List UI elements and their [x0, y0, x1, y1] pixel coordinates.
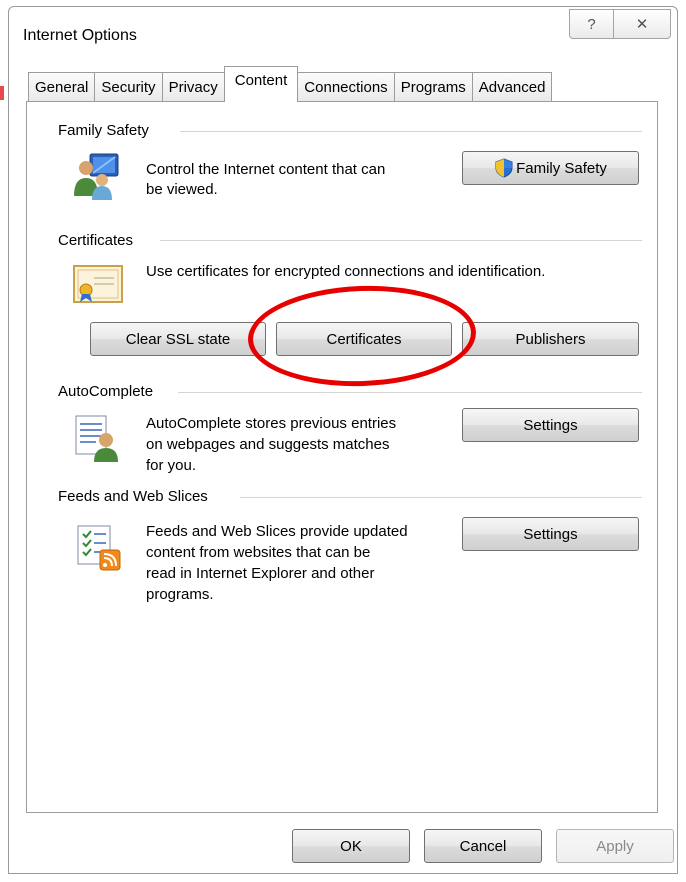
feeds-description-line1: Feeds and Web Slices provide updated: [146, 523, 408, 540]
family-safety-description-line1: Control the Internet content that can: [146, 161, 386, 178]
family-safety-button[interactable]: Family Safety: [462, 151, 639, 185]
feeds-heading: Feeds and Web Slices: [58, 488, 216, 505]
autocomplete-description-line1: AutoComplete stores previous entries: [146, 415, 397, 432]
family-safety-heading: Family Safety: [58, 122, 157, 139]
certificates-description: Use certificates for encrypted connectio…: [146, 263, 546, 280]
tab-strip: General Security Privacy Content Connect…: [28, 66, 553, 102]
ok-button[interactable]: OK: [292, 829, 410, 863]
certificate-icon: [73, 265, 123, 303]
autocomplete-heading: AutoComplete: [58, 383, 162, 400]
shield-icon: [495, 158, 513, 178]
tab-security[interactable]: Security: [94, 72, 163, 102]
certificates-heading: Certificates: [58, 232, 142, 249]
autocomplete-description-line2: on webpages and suggests matches: [146, 436, 390, 453]
cancel-button[interactable]: Cancel: [424, 829, 542, 863]
family-safety-divider: [180, 131, 642, 132]
autocomplete-settings-button[interactable]: Settings: [462, 408, 639, 442]
family-safety-button-label: Family Safety: [516, 159, 607, 177]
tab-content[interactable]: Content: [223, 66, 299, 102]
feeds-description-line2: content from websites that can be: [146, 544, 371, 561]
tab-general[interactable]: General: [28, 72, 96, 102]
feeds-settings-button[interactable]: Settings: [462, 517, 639, 551]
family-safety-description-line2: be viewed.: [146, 181, 218, 198]
window-title: Internet Options: [23, 27, 137, 44]
tab-privacy[interactable]: Privacy: [161, 72, 225, 102]
publishers-button[interactable]: Publishers: [462, 322, 639, 356]
feeds-icon: [77, 525, 121, 571]
title-bar-buttons: ? ✕: [569, 9, 671, 39]
apply-button[interactable]: Apply: [556, 829, 674, 863]
tab-programs[interactable]: Programs: [393, 72, 473, 102]
feeds-description-line4: programs.: [146, 586, 214, 603]
close-button[interactable]: ✕: [613, 9, 671, 39]
clear-ssl-state-button[interactable]: Clear SSL state: [90, 322, 266, 356]
feeds-description-line3: read in Internet Explorer and other: [146, 565, 375, 582]
certificates-divider: [160, 240, 642, 241]
feeds-divider: [240, 497, 642, 498]
autocomplete-description-line3: for you.: [146, 457, 197, 474]
help-icon: ?: [587, 15, 596, 33]
tab-connections[interactable]: Connections: [297, 72, 395, 102]
help-button[interactable]: ?: [569, 9, 613, 39]
left-edge-mark: [0, 86, 4, 100]
autocomplete-divider: [178, 392, 642, 393]
tab-advanced[interactable]: Advanced: [471, 72, 553, 102]
parental-controls-icon: [74, 153, 119, 200]
close-icon: ✕: [635, 16, 649, 33]
autocomplete-icon: [75, 415, 118, 462]
certificates-button[interactable]: Certificates: [276, 322, 452, 356]
